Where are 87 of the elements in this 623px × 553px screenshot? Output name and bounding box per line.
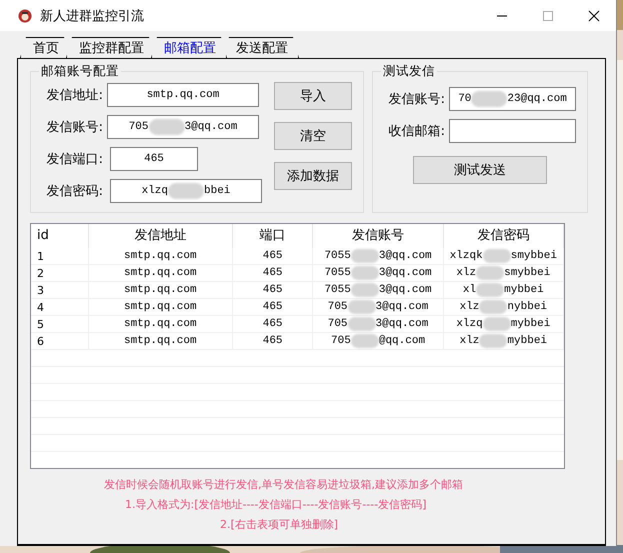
input-field[interactable]: 465 xyxy=(110,147,198,171)
table-cell: xlz xyxy=(460,335,480,347)
redaction-blur xyxy=(471,91,508,107)
field-label: 发信端口: xyxy=(46,151,103,168)
column-header[interactable]: 发信账号 xyxy=(313,224,444,248)
action-button[interactable]: 清空 xyxy=(274,122,352,150)
input-field[interactable]: 705 3@qq.com xyxy=(107,115,259,139)
table-cell: 2 xyxy=(31,265,89,281)
table-cell: 3@qq.com xyxy=(378,250,432,262)
input-field[interactable]: smtp.qq.com xyxy=(107,83,259,107)
hint-text: 2.[右击表项可单独删除] xyxy=(220,517,340,532)
table-cell: 705 xyxy=(328,318,348,330)
input-field[interactable]: xlzq bbei xyxy=(110,179,262,203)
window-title: 新人进群监控引流 xyxy=(40,8,144,24)
table-cell: 465 xyxy=(232,316,314,332)
table-cell: 7055 xyxy=(324,267,351,279)
table-cell: xlz xyxy=(460,301,480,313)
redaction-blur xyxy=(348,317,376,331)
table-cell: @qq.com xyxy=(378,335,426,347)
table-cell: 465 xyxy=(232,282,314,298)
action-button[interactable]: 添加数据 xyxy=(274,162,352,190)
close-icon[interactable] xyxy=(588,10,600,22)
table-cell: 3@qq.com xyxy=(376,318,428,330)
redaction-blur xyxy=(479,334,508,348)
redaction-blur xyxy=(482,249,511,263)
table-cell: smtp.qq.com xyxy=(88,282,233,298)
redaction-blur xyxy=(479,300,508,314)
table-cell: smtp.qq.com xyxy=(88,265,233,281)
field-label: 发信账号: xyxy=(46,119,103,136)
field-label: 发信账号: xyxy=(388,91,445,108)
column-header[interactable]: 发信密码 xyxy=(444,224,564,248)
table-cell: 465 xyxy=(232,248,314,264)
redaction-blur xyxy=(476,266,504,280)
table-cell: mybbei xyxy=(504,284,544,296)
redaction-blur xyxy=(350,283,379,297)
table-cell: 465 xyxy=(232,333,314,349)
table-cell: mybbei xyxy=(507,335,548,347)
table-cell: nybbei xyxy=(507,301,548,313)
redaction-blur xyxy=(168,183,204,199)
group-title: 邮箱账号配置 xyxy=(40,63,120,80)
table-cell: 4 xyxy=(31,299,89,315)
table-cell: xlzq xyxy=(456,318,483,330)
table-cell: xlzqk xyxy=(450,250,483,262)
input-field[interactable] xyxy=(449,119,576,143)
table-cell: smybbei xyxy=(510,250,557,262)
field-label: 发信地址: xyxy=(46,87,103,104)
input-field[interactable]: 70 23@qq.com xyxy=(449,87,576,111)
table-cell: 1 xyxy=(31,248,89,264)
app-icon xyxy=(18,8,32,22)
table-cell: xl xyxy=(462,284,476,296)
redaction-blur xyxy=(476,283,504,297)
table-cell: 3@qq.com xyxy=(376,301,428,313)
table-cell: 465 xyxy=(232,265,314,281)
table-cell: 465 xyxy=(232,299,314,315)
table-cell: smtp.qq.com xyxy=(88,248,233,264)
table-cell: mybbei xyxy=(510,318,550,330)
redaction-blur xyxy=(350,249,379,263)
table-cell: 3@qq.com xyxy=(378,267,432,279)
table-cell: 6 xyxy=(31,333,89,349)
hint-text: 发信时候会随机取账号进行发信,单号发信容易进垃圾箱,建议添加多个邮箱 xyxy=(104,477,464,492)
table-cell: smtp.qq.com xyxy=(88,316,233,332)
group-title: 测试发信 xyxy=(382,63,436,80)
field-label: 收信邮箱: xyxy=(388,123,445,140)
redaction-blur xyxy=(482,317,511,331)
table-cell: xlz xyxy=(456,267,476,279)
test-send-button[interactable]: 测试发送 xyxy=(413,156,547,184)
redaction-blur xyxy=(348,300,376,314)
table-cell: 5 xyxy=(31,316,89,332)
redaction-blur xyxy=(148,119,184,135)
table-cell: 705 xyxy=(328,301,348,313)
redaction-blur xyxy=(350,266,379,280)
table-cell: 705 xyxy=(331,335,351,347)
action-button[interactable]: 导入 xyxy=(274,82,352,110)
table-cell: 3 xyxy=(31,282,89,298)
tab[interactable]: 邮箱配置 xyxy=(151,37,227,58)
column-header[interactable]: id xyxy=(31,224,89,248)
field-label: 发信密码: xyxy=(46,183,103,200)
redaction-blur xyxy=(350,334,379,348)
column-header[interactable]: 端口 xyxy=(232,224,314,248)
hint-text: 1.导入格式为:[发信地址----发信端口----发信账号----发信密码] xyxy=(125,497,428,512)
table-cell: smybbei xyxy=(504,267,550,279)
table-cell: 7055 xyxy=(324,284,351,296)
table-cell: smtp.qq.com xyxy=(88,299,233,315)
table-cell: 3@qq.com xyxy=(378,284,432,296)
column-header[interactable]: 发信地址 xyxy=(88,224,233,248)
table-cell: 7055 xyxy=(324,250,351,262)
table-cell: smtp.qq.com xyxy=(88,333,233,349)
